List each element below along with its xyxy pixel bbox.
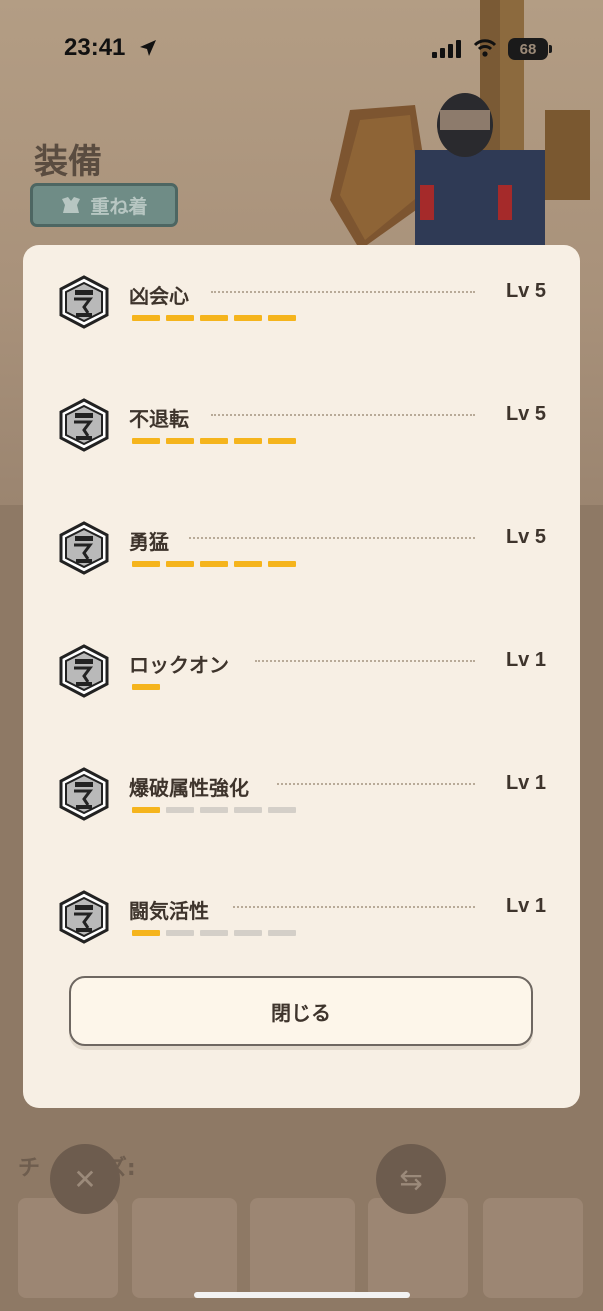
level-segment-empty xyxy=(166,807,194,813)
skill-hexagon-icon xyxy=(59,521,109,575)
skill-leader-dots xyxy=(189,537,475,539)
level-segment-filled xyxy=(200,438,228,444)
skill-name: 闘気活性 xyxy=(129,899,209,923)
skill-name: 不退転 xyxy=(129,407,189,431)
skill-level-bars xyxy=(132,438,296,444)
level-segment-filled xyxy=(234,315,262,321)
skill-row: 勇猛 Lv 5 xyxy=(23,491,580,575)
skill-level: Lv 1 xyxy=(505,649,546,671)
level-segment-filled xyxy=(132,561,160,567)
skill-leader-dots xyxy=(211,414,475,416)
level-segment-filled xyxy=(268,315,296,321)
close-button[interactable]: 閉じる xyxy=(69,976,533,1046)
skill-name: 凶会心 xyxy=(129,284,189,308)
background-card xyxy=(250,1198,355,1298)
skill-hexagon-icon xyxy=(59,890,109,944)
level-segment-empty xyxy=(200,930,228,936)
level-segment-filled xyxy=(200,315,228,321)
level-segment-filled xyxy=(132,684,160,690)
level-segment-filled xyxy=(132,438,160,444)
skill-row: 爆破属性強化 Lv 1 xyxy=(23,737,580,821)
skill-row: 闘気活性 Lv 1 xyxy=(23,860,580,944)
level-segment-filled xyxy=(268,438,296,444)
skill-leader-dots xyxy=(255,660,475,662)
level-segment-filled xyxy=(166,561,194,567)
background-card xyxy=(483,1198,583,1298)
skill-level-bars xyxy=(132,315,296,321)
level-segment-empty xyxy=(200,807,228,813)
skill-row: 凶会心 Lv 5 xyxy=(23,245,580,329)
level-segment-filled xyxy=(132,807,160,813)
skill-leader-dots xyxy=(233,906,475,908)
level-segment-filled xyxy=(234,561,262,567)
skill-level: Lv 5 xyxy=(505,403,546,425)
skill-level-bars xyxy=(132,684,160,690)
level-segment-filled xyxy=(268,561,296,567)
skill-level: Lv 5 xyxy=(505,280,546,302)
level-segment-filled xyxy=(132,930,160,936)
skill-level-bars xyxy=(132,930,296,936)
skill-level: Lv 5 xyxy=(505,526,546,548)
status-time: 23:41 xyxy=(64,34,126,61)
level-segment-empty xyxy=(268,807,296,813)
skill-name: ロックオン xyxy=(129,653,229,677)
cancel-fab-button: ✕ xyxy=(50,1144,120,1214)
level-segment-filled xyxy=(132,315,160,321)
level-segment-filled xyxy=(200,561,228,567)
skill-level-bars xyxy=(132,807,296,813)
level-segment-empty xyxy=(234,807,262,813)
home-indicator[interactable] xyxy=(194,1292,410,1298)
level-segment-empty xyxy=(234,930,262,936)
battery-nub xyxy=(549,45,552,53)
skill-hexagon-icon xyxy=(59,398,109,452)
skills-modal: 凶会心 Lv 5 不退転 Lv 5 勇猛 Lv 5 ロックオン Lv 1 爆破属… xyxy=(23,245,580,1108)
skill-row: ロックオン Lv 1 xyxy=(23,614,580,698)
skill-level: Lv 1 xyxy=(505,772,546,794)
battery-indicator: 68 xyxy=(508,38,548,60)
skill-name: 爆破属性強化 xyxy=(129,776,249,800)
level-segment-filled xyxy=(166,438,194,444)
layered-armor-label: 重ね着 xyxy=(90,195,148,218)
cellular-signal-icon xyxy=(432,40,461,58)
level-segment-filled xyxy=(234,438,262,444)
background-card xyxy=(18,1198,118,1298)
armor-layer-icon xyxy=(62,197,81,213)
skill-name: 勇猛 xyxy=(129,530,169,554)
background-card xyxy=(132,1198,237,1298)
status-bar: 23:41 68 xyxy=(0,0,603,96)
level-segment-empty xyxy=(166,930,194,936)
swap-fab-button: ⇆ xyxy=(376,1144,446,1214)
skill-hexagon-icon xyxy=(59,644,109,698)
skill-row: 不退転 Lv 5 xyxy=(23,368,580,452)
location-arrow-icon xyxy=(140,40,156,56)
level-segment-filled xyxy=(166,315,194,321)
skill-level-bars xyxy=(132,561,296,567)
skill-leader-dots xyxy=(211,291,475,293)
page-title: 装備 xyxy=(34,142,102,182)
skill-hexagon-icon xyxy=(59,275,109,329)
skill-leader-dots xyxy=(277,783,475,785)
skill-level: Lv 1 xyxy=(505,895,546,917)
skill-hexagon-icon xyxy=(59,767,109,821)
level-segment-empty xyxy=(268,930,296,936)
layered-armor-button[interactable]: 重ね着 xyxy=(30,183,178,227)
wifi-icon xyxy=(473,39,497,57)
